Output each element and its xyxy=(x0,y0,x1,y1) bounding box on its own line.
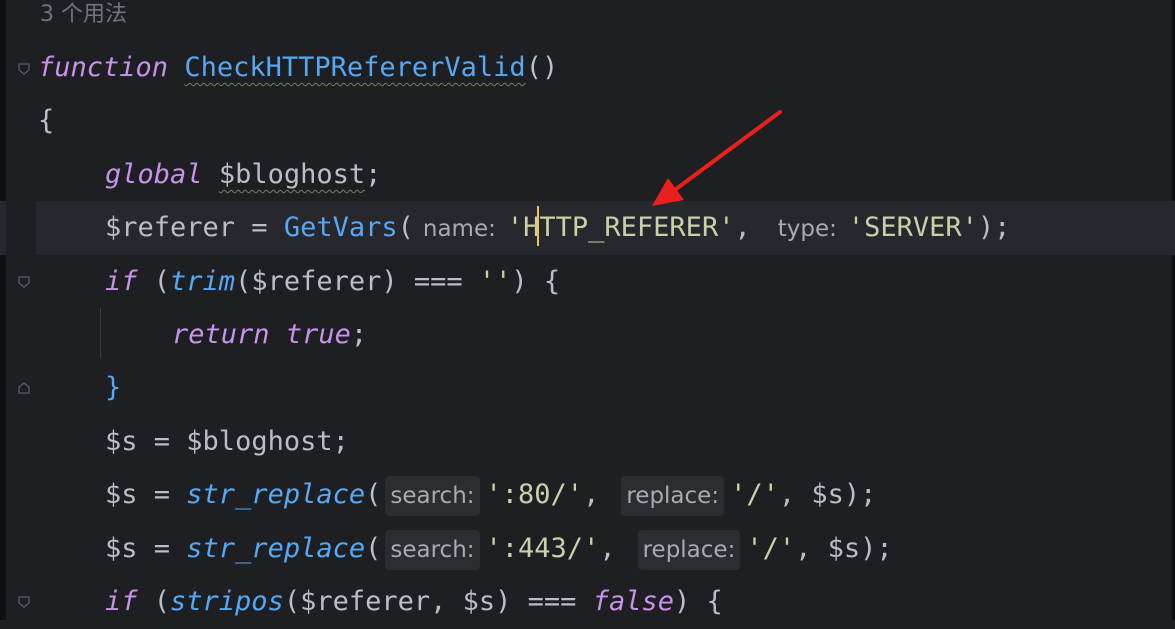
keyword-if: if xyxy=(105,586,138,617)
string-slash: '/' xyxy=(730,479,779,510)
operator: = xyxy=(235,212,284,243)
comma: , xyxy=(583,479,600,510)
operator-identity: === xyxy=(511,586,593,617)
operator: = xyxy=(137,533,187,564)
operator-identity: === xyxy=(397,266,479,297)
punctuation: ; xyxy=(350,319,368,350)
param-hint-type: type: xyxy=(777,215,837,242)
code-line-return[interactable]: return true; xyxy=(172,308,367,362)
function-stripos: stripos xyxy=(170,586,284,617)
string-http-referer: 'HTTP_REFERER' xyxy=(506,212,735,243)
function-trim: trim xyxy=(170,266,236,297)
punctuation: ; xyxy=(365,159,382,190)
string-server: 'SERVER' xyxy=(847,212,978,243)
keyword-if: if xyxy=(105,266,138,297)
code-line-global[interactable]: global $bloghost; xyxy=(105,148,381,202)
variable-referer: $referer xyxy=(105,212,236,243)
text-cursor xyxy=(537,206,539,246)
fold-open-icon[interactable] xyxy=(17,62,31,76)
variable-s: $s xyxy=(105,479,138,510)
variable-bloghost: $bloghost; xyxy=(186,426,349,457)
paren: ( xyxy=(137,586,171,617)
string-port-443: ':443/' xyxy=(485,533,600,564)
function-str-replace: str_replace xyxy=(186,479,366,510)
fold-open-icon[interactable] xyxy=(17,275,31,289)
editor-gutter xyxy=(6,0,36,620)
args-tail: , $s); xyxy=(778,479,877,510)
code-line-brace-open[interactable]: { xyxy=(38,94,54,148)
param-hint-search: search: xyxy=(385,529,480,570)
code-line-str-replace-80[interactable]: $s = str_replace(search: ':80/', replace: '… xyxy=(105,468,876,522)
code-line-str-replace-443[interactable]: $s = str_replace(search: ':443/', replace:… xyxy=(105,522,893,576)
indent-guide xyxy=(100,308,101,358)
paren-open: ( xyxy=(397,212,414,243)
code-line-brace-close[interactable]: } xyxy=(105,361,121,415)
paren: ( xyxy=(137,266,171,297)
string-port-80: ':80/' xyxy=(485,479,584,510)
function-str-replace: str_replace xyxy=(186,533,366,564)
literal-false: false xyxy=(592,586,674,617)
variable-s: $s xyxy=(105,533,138,564)
brace: ) { xyxy=(673,586,723,617)
brace-close: } xyxy=(105,372,122,403)
param-hint-name: name: xyxy=(422,215,496,242)
keyword-return: return xyxy=(172,319,270,350)
brace-open: { xyxy=(38,105,55,136)
param-hint-replace: replace: xyxy=(621,475,725,516)
literal-true: true xyxy=(285,319,351,350)
function-name[interactable]: CheckHTTPRefererValid xyxy=(184,52,525,83)
comma: , xyxy=(599,533,616,564)
code-line-function[interactable]: function CheckHTTPRefererValid() xyxy=(38,41,558,95)
param-hint-search: search: xyxy=(385,475,480,516)
punctuation: () xyxy=(525,52,559,83)
args: ($referer, $s) xyxy=(283,586,512,617)
brace: ) { xyxy=(511,266,561,297)
paren-close: ); xyxy=(977,212,1011,243)
operator: = xyxy=(137,479,187,510)
fold-open-icon[interactable] xyxy=(17,595,31,609)
args-tail: , $s); xyxy=(795,533,893,564)
string-slash: '/' xyxy=(746,533,796,564)
variable-bloghost: $bloghost xyxy=(218,159,366,190)
code-line-referer[interactable]: $referer = GetVars( name: 'HTTP_REFERER', t… xyxy=(105,201,1010,255)
variable-s: $s xyxy=(105,426,138,457)
args: ($referer) xyxy=(235,266,398,297)
keyword-global: global xyxy=(105,159,203,190)
usages-inlay-hint[interactable]: 3 个用法 xyxy=(40,0,127,30)
code-line-assign-s[interactable]: $s = $bloghost; xyxy=(105,415,349,469)
paren-open: ( xyxy=(365,533,382,564)
code-line-if-stripos[interactable]: if (stripos($referer, $s) === false) { xyxy=(105,575,723,629)
param-hint-replace: replace: xyxy=(637,529,741,570)
string-empty: '' xyxy=(478,266,512,297)
comma: , xyxy=(734,212,751,243)
operator: = xyxy=(137,426,187,457)
paren-open: ( xyxy=(365,479,382,510)
keyword-function: function xyxy=(38,52,169,83)
code-line-if-trim[interactable]: if (trim($referer) === '') { xyxy=(105,255,560,309)
fold-close-icon[interactable] xyxy=(17,381,31,395)
function-getvars: GetVars xyxy=(283,212,398,243)
